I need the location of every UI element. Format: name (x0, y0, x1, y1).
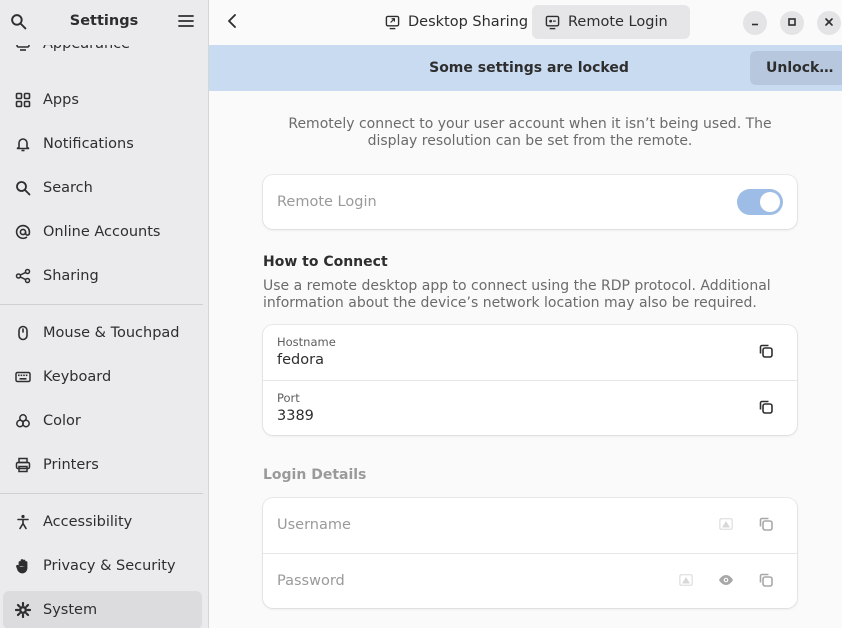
login-details-card: Username Password (263, 498, 797, 608)
sidebar-item-label: Apps (43, 92, 79, 108)
close-icon (824, 15, 834, 31)
remote-login-row: Remote Login (263, 175, 797, 229)
sidebar-item-search[interactable]: Search (0, 169, 208, 207)
maximize-button[interactable] (780, 11, 804, 35)
sidebar-item-color[interactable]: Color (0, 402, 208, 440)
sidebar-separator (0, 493, 203, 494)
search-icon (14, 179, 32, 197)
apps-grid-icon (14, 91, 32, 109)
main-content: Desktop Sharing Remote Login Some settin… (209, 0, 842, 628)
username-row[interactable]: Username (263, 498, 797, 553)
sidebar-item-notifications[interactable]: Notifications (0, 125, 208, 163)
sidebar-item-sharing[interactable]: Sharing (0, 257, 208, 295)
remote-login-switch[interactable] (737, 189, 783, 215)
password-row[interactable]: Password (263, 553, 797, 608)
tab-desktop-sharing[interactable]: Desktop Sharing (372, 5, 540, 39)
hand-icon (14, 557, 32, 575)
hostname-label: Hostname (277, 335, 336, 349)
main-header: Desktop Sharing Remote Login (209, 0, 842, 45)
password-field[interactable]: Password (277, 573, 345, 589)
port-row: Port 3389 (263, 380, 797, 435)
close-button[interactable] (817, 11, 841, 35)
connection-card: Hostname fedora Port 3389 (263, 325, 797, 435)
remote-login-label: Remote Login (277, 194, 377, 210)
sidebar-item-label: Search (43, 180, 93, 196)
sidebar-item-label: Accessibility (43, 514, 133, 530)
gear-icon (14, 601, 32, 619)
show-password-button[interactable] (716, 572, 736, 592)
sidebar: Appearance Apps Notifications Search Onl… (0, 0, 209, 628)
sidebar-item-apps[interactable]: Apps (0, 81, 208, 119)
tab-label: Desktop Sharing (408, 14, 529, 30)
switch-knob (760, 192, 780, 212)
copy-port-button[interactable] (756, 399, 776, 419)
sidebar-item-label: Mouse & Touchpad (43, 325, 180, 341)
hamburger-menu-icon (178, 14, 194, 32)
share-icon (14, 267, 32, 285)
sidebar-item-keyboard[interactable]: Keyboard (0, 358, 208, 396)
how-to-connect-description: Use a remote desktop app to connect usin… (263, 278, 771, 311)
sidebar-item-label: Color (43, 413, 81, 429)
bell-icon (14, 135, 32, 153)
color-icon (14, 412, 32, 430)
username-field[interactable]: Username (277, 517, 351, 533)
port-label: Port (277, 391, 300, 405)
copy-password-button[interactable] (756, 572, 776, 592)
hostname-value: fedora (277, 352, 324, 368)
username-warning (716, 516, 736, 536)
minimize-icon (750, 15, 760, 31)
copy-icon (758, 516, 774, 536)
sidebar-item-accessibility[interactable]: Accessibility (0, 503, 208, 541)
unlock-button[interactable]: Unlock… (750, 51, 842, 85)
login-details-title: Login Details (263, 467, 367, 483)
copy-icon (758, 399, 774, 419)
main-menu-button[interactable] (171, 8, 201, 38)
chevron-left-icon (226, 13, 238, 33)
tab-remote-login[interactable]: Remote Login (532, 5, 690, 39)
printer-icon (14, 456, 32, 474)
remote-login-card: Remote Login (263, 175, 797, 229)
sidebar-item-label: Sharing (43, 268, 99, 284)
copy-username-button[interactable] (756, 516, 776, 536)
page-description: Remotely connect to your user account wh… (288, 116, 772, 149)
remote-login-icon (544, 14, 560, 30)
sidebar-item-label: Online Accounts (43, 224, 161, 240)
back-button[interactable] (217, 8, 247, 38)
sidebar-item-online-accounts[interactable]: Online Accounts (0, 213, 208, 251)
accessibility-icon (14, 513, 32, 531)
hostname-row: Hostname fedora (263, 325, 797, 380)
sidebar-item-label: Keyboard (43, 369, 112, 385)
sidebar-item-label: System (43, 602, 98, 618)
sidebar-item-system[interactable]: System (0, 591, 208, 628)
minimize-button[interactable] (743, 11, 767, 35)
sidebar-item-printers[interactable]: Printers (0, 446, 208, 484)
keyboard-icon (14, 368, 32, 386)
copy-hostname-button[interactable] (756, 343, 776, 363)
mouse-icon (14, 324, 32, 342)
copy-icon (758, 572, 774, 592)
sidebar-separator (0, 304, 203, 305)
sidebar-item-mouse-touchpad[interactable]: Mouse & Touchpad (0, 314, 208, 352)
how-to-connect-title: How to Connect (263, 254, 388, 270)
sidebar-item-label: Privacy & Security (43, 558, 176, 574)
eye-icon (718, 572, 734, 592)
warning-icon (719, 517, 733, 535)
locked-banner: Some settings are locked Unlock… (209, 45, 842, 91)
banner-text: Some settings are locked (429, 60, 629, 76)
password-warning (676, 572, 696, 592)
sidebar-header: Settings (0, 0, 208, 45)
copy-icon (758, 343, 774, 363)
sidebar-item-privacy-security[interactable]: Privacy & Security (0, 547, 208, 585)
desktop-sharing-icon (384, 14, 400, 30)
sidebar-item-label: Printers (43, 457, 99, 473)
maximize-icon (787, 15, 797, 31)
port-value: 3389 (277, 408, 314, 424)
at-sign-icon (14, 223, 32, 241)
tab-label: Remote Login (568, 14, 668, 30)
sidebar-item-label: Notifications (43, 136, 134, 152)
warning-icon (679, 573, 693, 591)
